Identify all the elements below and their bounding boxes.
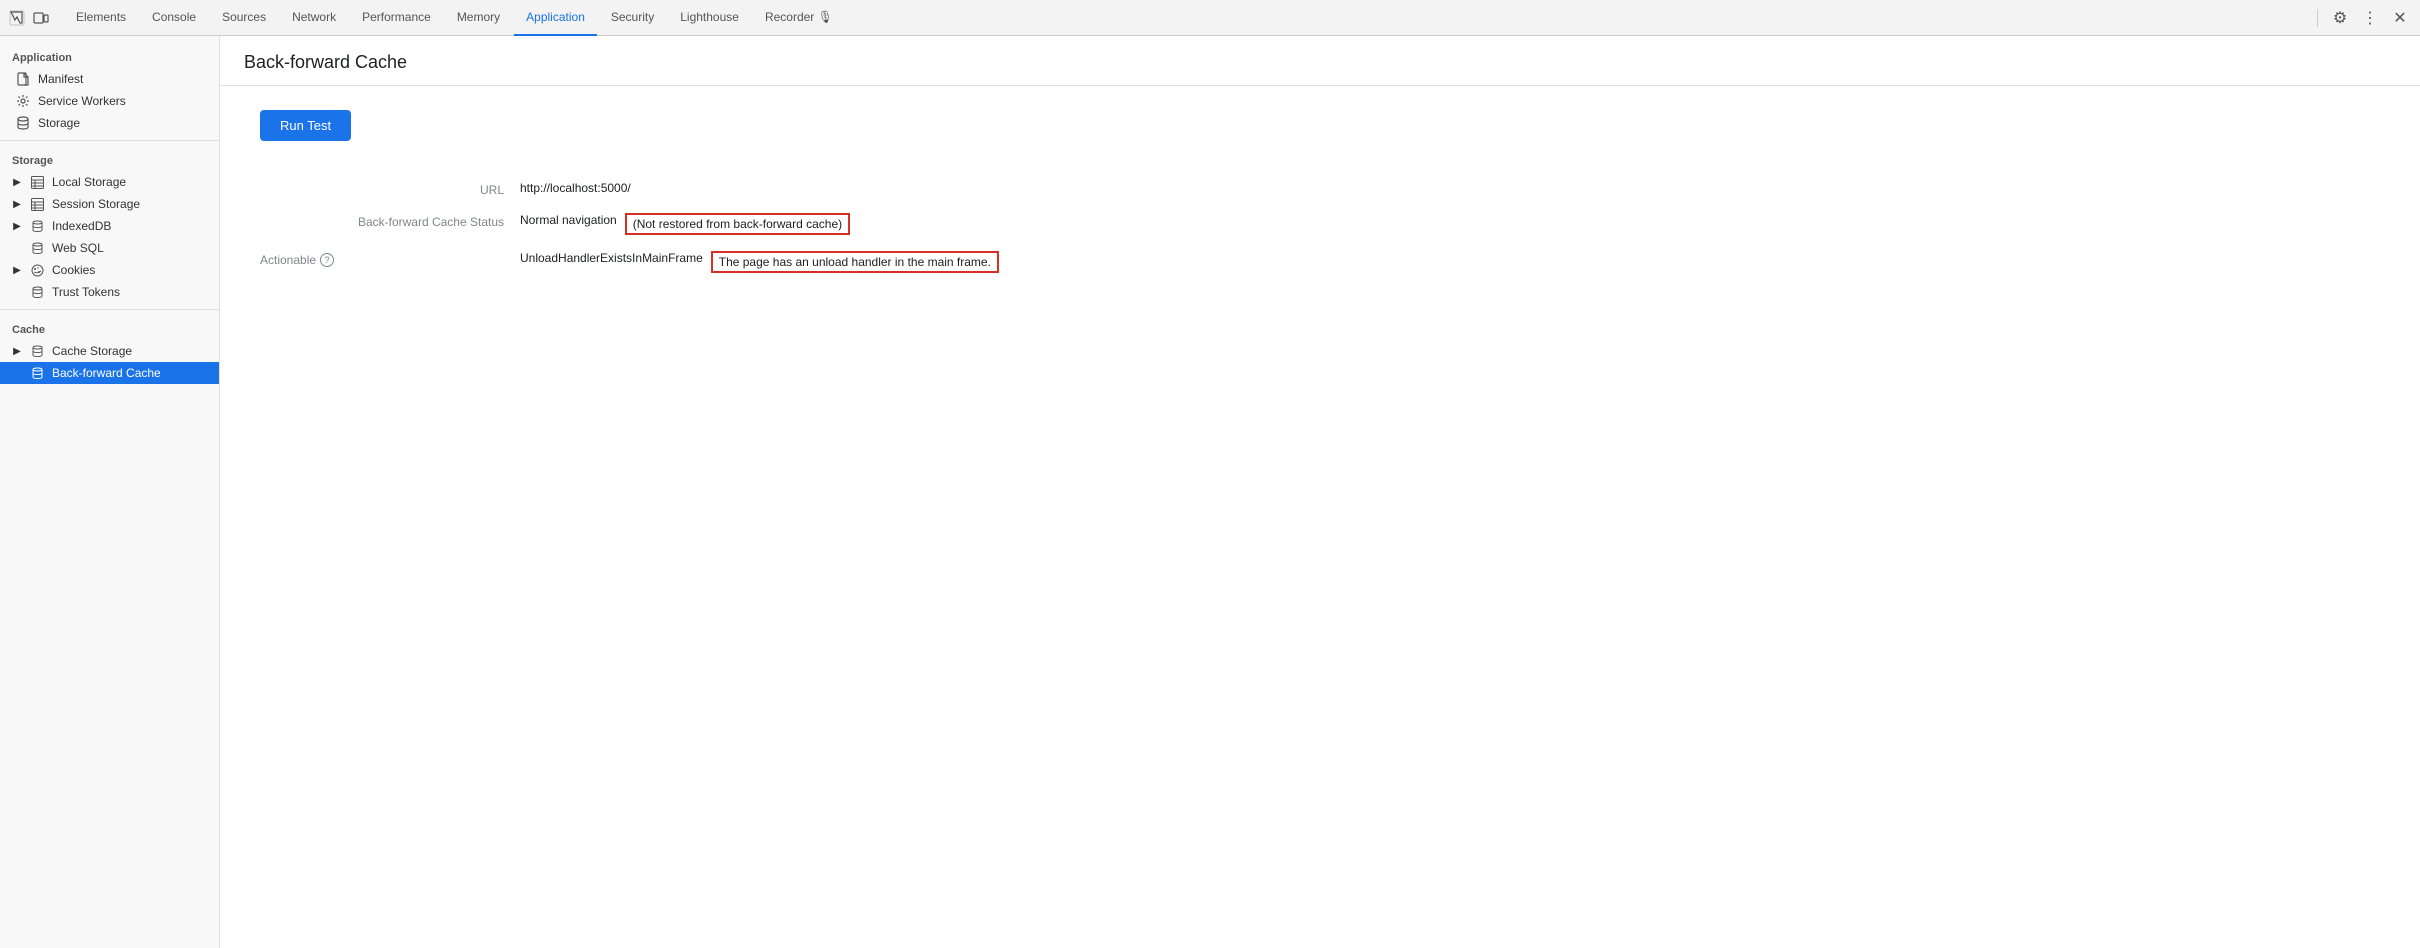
sidebar-item-web-sql-label: Web SQL [52,241,104,255]
sidebar-item-trust-tokens[interactable]: Trust Tokens [0,281,219,303]
toolbar-right-controls: ⚙ ⋮ ✕ [2313,6,2412,30]
bfc-status-label: Back-forward Cache Status [260,205,520,237]
info-table: URL http://localhost:5000/ Back-forward … [260,173,2380,281]
sidebar-divider-1 [0,140,219,141]
sidebar-item-trust-tokens-label: Trust Tokens [52,285,120,299]
sidebar-section-application: Application [0,44,219,68]
help-icon[interactable]: ? [320,253,334,267]
session-storage-icon [30,197,44,211]
settings-icon[interactable]: ⚙ [2328,6,2352,30]
sidebar-item-indexeddb-label: IndexedDB [52,219,111,233]
actionable-label-cell: Actionable ? [260,243,520,275]
cache-storage-icon [30,344,44,358]
inspect-icon[interactable] [8,9,26,27]
sidebar-item-back-forward-cache-label: Back-forward Cache [52,366,161,380]
expand-arrow-session-storage[interactable]: ▶ [12,199,22,209]
tab-sources[interactable]: Sources [210,0,278,36]
sidebar-item-manifest-label: Manifest [38,72,83,86]
tab-memory[interactable]: Memory [445,0,512,36]
sidebar-item-session-storage[interactable]: ▶ Session Storage [0,193,219,215]
tab-performance[interactable]: Performance [350,0,443,36]
sidebar-item-local-storage[interactable]: ▶ Local Storage [0,171,219,193]
sidebar-divider-2 [0,309,219,310]
sidebar: Application Manifest Service Workers [0,36,220,948]
sidebar-item-web-sql[interactable]: Web SQL [0,237,219,259]
tab-console[interactable]: Console [140,0,208,36]
sidebar-item-storage[interactable]: Storage [0,112,219,134]
actionable-description: The page has an unload handler in the ma… [711,251,999,273]
sidebar-item-cookies-label: Cookies [52,263,95,277]
run-test-button[interactable]: Run Test [260,110,351,141]
trust-tokens-icon [30,285,44,299]
sidebar-item-local-storage-label: Local Storage [52,175,126,189]
actionable-key-text: UnloadHandlerExistsInMainFrame [520,251,703,265]
toolbar: Elements Console Sources Network Perform… [0,0,2420,36]
expand-arrow-indexeddb[interactable]: ▶ [12,221,22,231]
back-forward-cache-icon [30,366,44,380]
sidebar-item-indexeddb[interactable]: ▶ IndexedDB [0,215,219,237]
sidebar-item-back-forward-cache[interactable]: Back-forward Cache [0,362,219,384]
actionable-label-text: Actionable [260,253,316,267]
main-container: Application Manifest Service Workers [0,36,2420,948]
web-sql-icon [30,241,44,255]
content-header: Back-forward Cache [220,36,2420,86]
actionable-value: UnloadHandlerExistsInMainFrame The page … [520,243,2380,281]
sidebar-section-cache: Cache [0,316,219,340]
local-storage-icon [30,175,44,189]
expand-arrow-local-storage[interactable]: ▶ [12,177,22,187]
toolbar-divider [2317,9,2318,27]
bfc-status-value: Normal navigation (Not restored from bac… [520,205,2380,243]
content-area: Back-forward Cache Run Test URL http://l… [220,36,2420,948]
sidebar-item-service-workers-label: Service Workers [38,94,126,108]
tab-lighthouse[interactable]: Lighthouse [668,0,751,36]
cookies-icon [30,263,44,277]
close-icon[interactable]: ✕ [2388,6,2412,30]
tab-application[interactable]: Application [514,0,597,36]
sidebar-item-cache-storage[interactable]: ▶ Cache Storage [0,340,219,362]
tab-elements[interactable]: Elements [64,0,138,36]
tab-security[interactable]: Security [599,0,666,36]
storage-db-icon [16,116,30,130]
sidebar-item-cache-storage-label: Cache Storage [52,344,132,358]
device-toolbar-icon[interactable] [32,9,50,27]
page-title: Back-forward Cache [244,52,2396,73]
sidebar-item-manifest[interactable]: Manifest [0,68,219,90]
sidebar-section-storage: Storage [0,147,219,171]
bfc-nav-text: Normal navigation [520,213,617,227]
more-options-icon[interactable]: ⋮ [2358,6,2382,30]
gear-icon [16,94,30,108]
expand-arrow-cache-storage[interactable]: ▶ [12,346,22,356]
expand-arrow-cookies[interactable]: ▶ [12,265,22,275]
actionable-label-container: Actionable ? [260,253,504,267]
url-label: URL [260,173,520,205]
url-text: http://localhost:5000/ [520,181,631,195]
sidebar-item-service-workers[interactable]: Service Workers [0,90,219,112]
indexeddb-icon [30,219,44,233]
tab-network[interactable]: Network [280,0,348,36]
url-value: http://localhost:5000/ [520,173,2380,205]
sidebar-item-session-storage-label: Session Storage [52,197,140,211]
toolbar-tabs: Elements Console Sources Network Perform… [64,0,2309,36]
file-icon [16,72,30,86]
toolbar-devtools-icons [8,9,50,27]
sidebar-item-storage-label: Storage [38,116,80,130]
bfc-status-highlight: (Not restored from back-forward cache) [625,213,850,235]
sidebar-item-cookies[interactable]: ▶ Cookies [0,259,219,281]
content-body: Run Test URL http://localhost:5000/ Back… [220,86,2420,305]
tab-recorder[interactable]: Recorder 🎙 [753,0,845,36]
